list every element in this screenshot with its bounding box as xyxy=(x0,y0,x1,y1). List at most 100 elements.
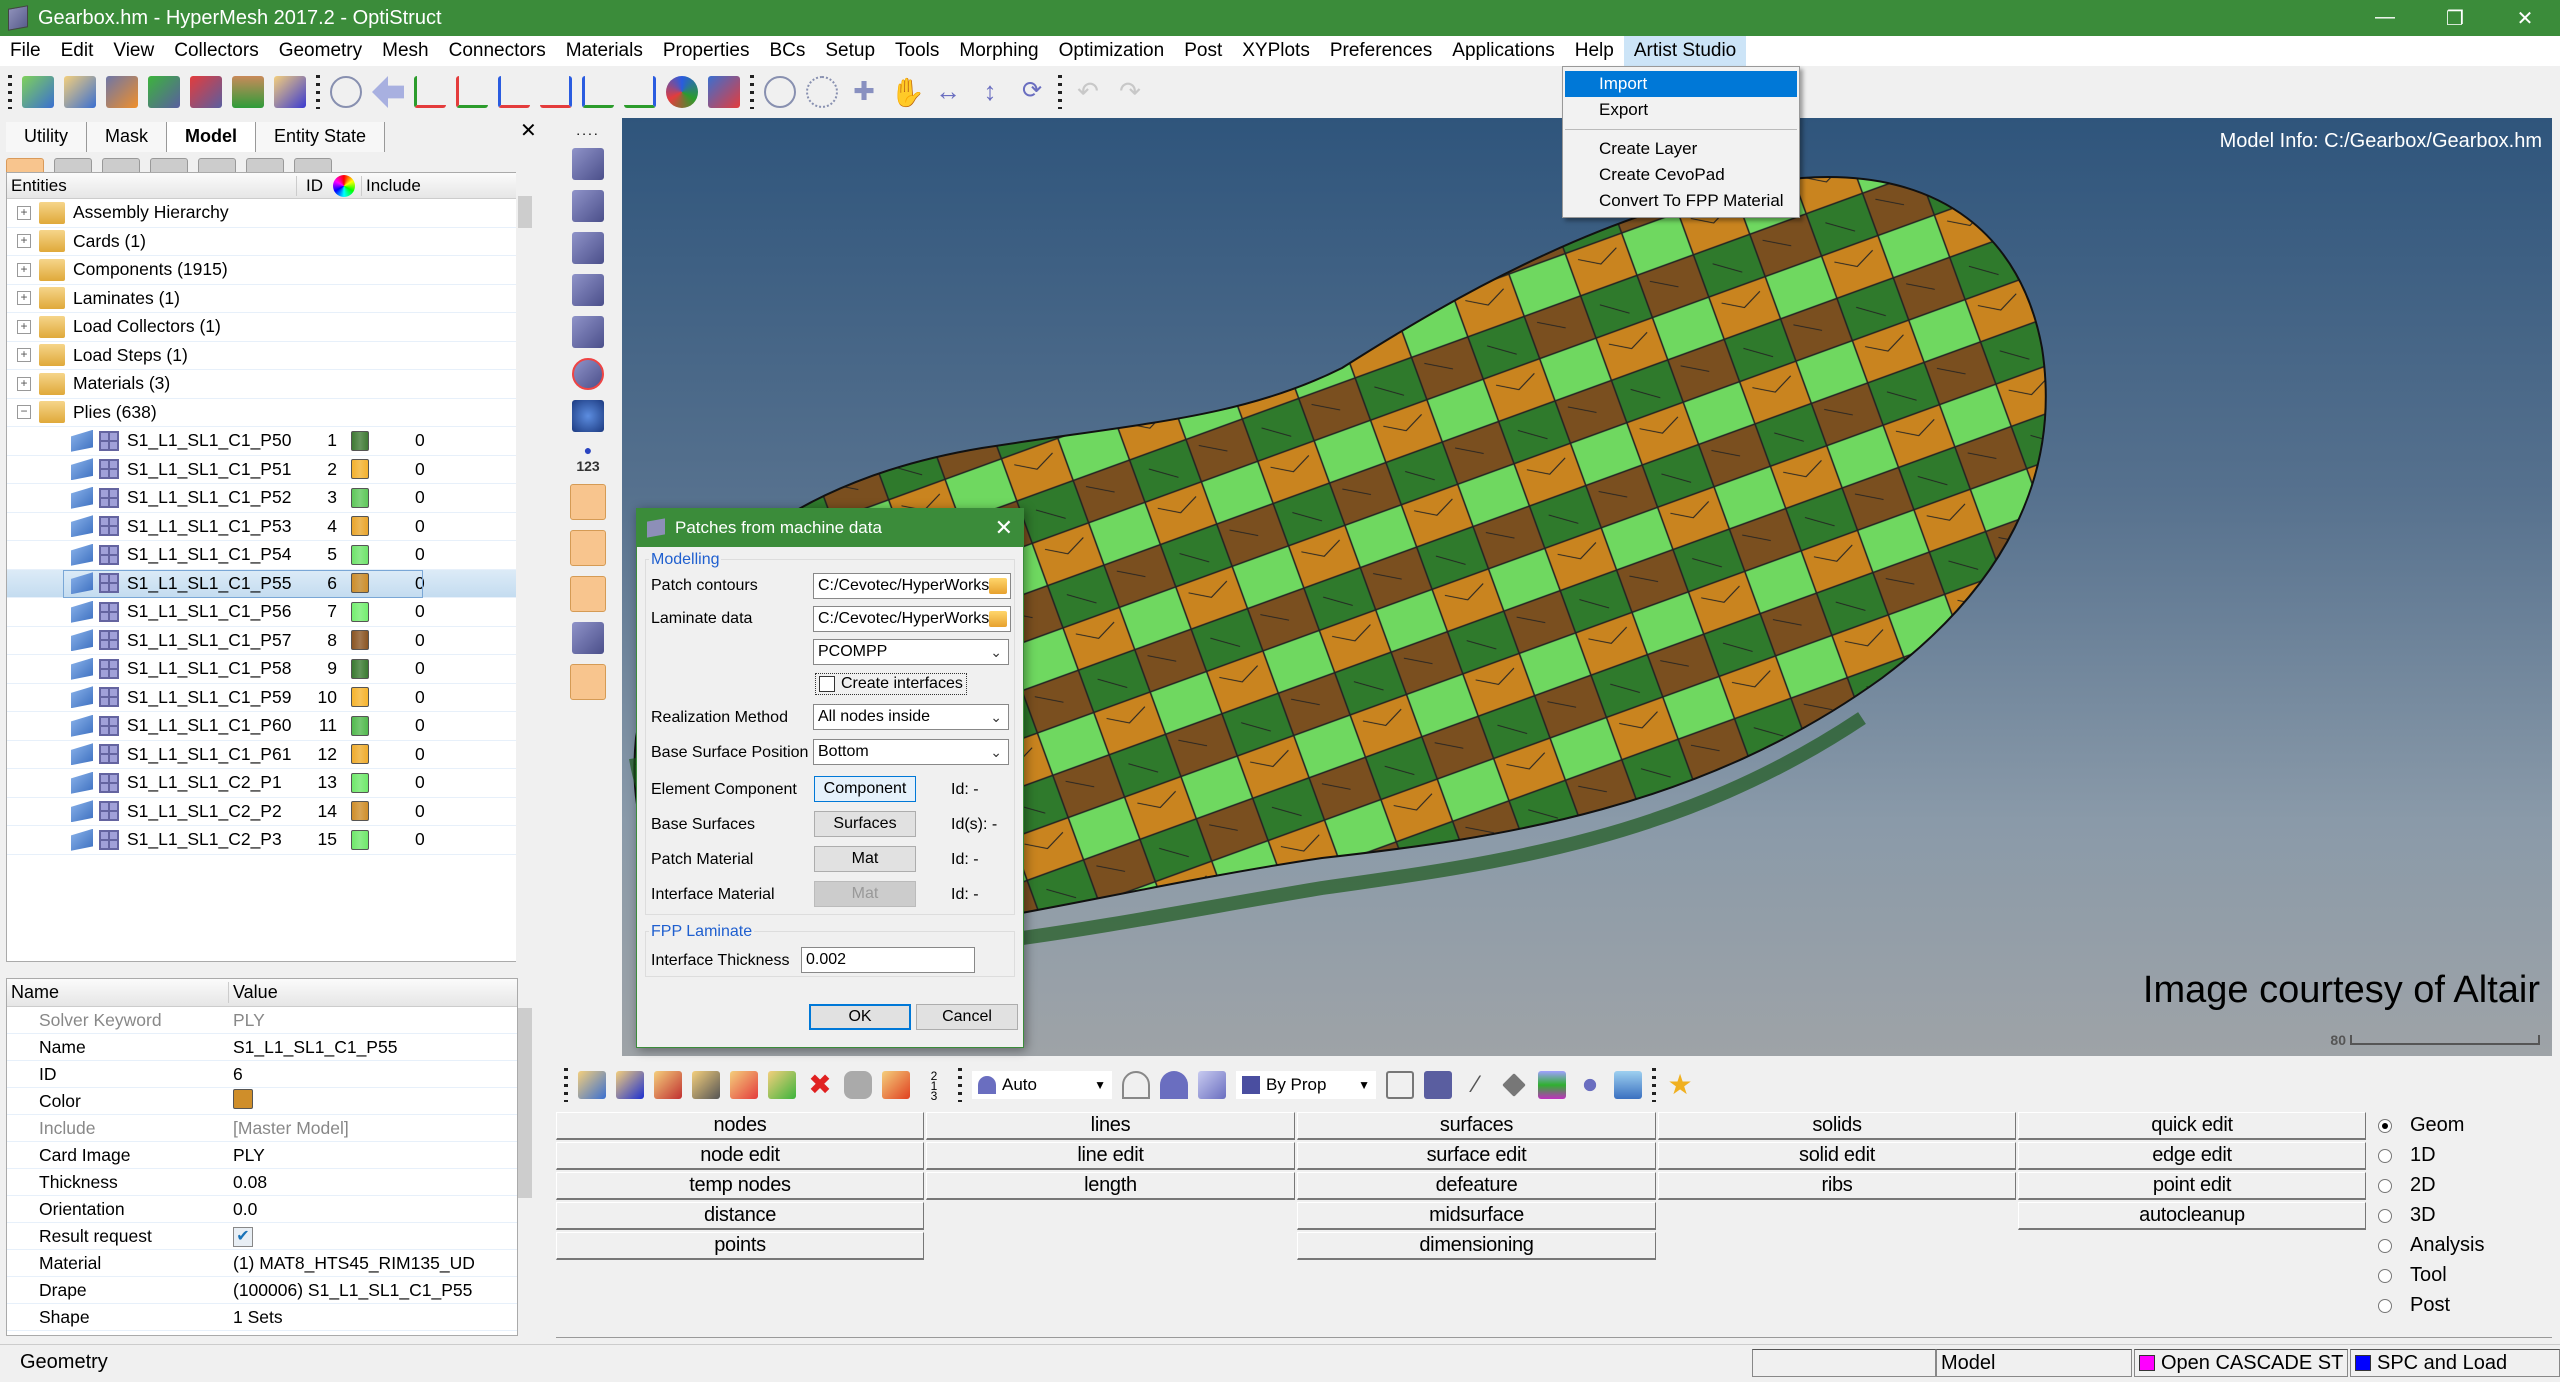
menu-xyplots[interactable]: XYPlots xyxy=(1232,36,1320,66)
menu-geometry[interactable]: Geometry xyxy=(269,36,372,66)
menu-morphing[interactable]: Morphing xyxy=(949,36,1048,66)
pan-hand-icon[interactable]: ✋ xyxy=(890,76,925,108)
result-request-checkbox[interactable]: ✔ xyxy=(233,1227,253,1247)
ply-color-swatch[interactable] xyxy=(351,630,369,651)
radio-button[interactable] xyxy=(2378,1148,2392,1163)
panel-button-dimensioning[interactable]: dimensioning xyxy=(1297,1232,1656,1260)
surfaces-button[interactable]: Surfaces xyxy=(814,811,916,837)
panel-button-surfaces[interactable]: surfaces xyxy=(1297,1112,1656,1140)
browse-folder-icon[interactable] xyxy=(989,611,1007,627)
unmask-element-icon[interactable] xyxy=(572,190,604,222)
checkbox-box[interactable] xyxy=(819,676,835,692)
toolbar-grip[interactable] xyxy=(316,75,320,109)
radio-button[interactable] xyxy=(2378,1208,2392,1223)
panel-button-solids[interactable]: solids xyxy=(1658,1112,2016,1140)
mesh-display-icon[interactable] xyxy=(1576,1071,1604,1099)
ply-color-swatch[interactable] xyxy=(351,772,369,793)
view-yz-front-icon[interactable] xyxy=(582,76,614,108)
radio-button[interactable] xyxy=(2378,1118,2392,1133)
1d-element-icon[interactable]: ∕ xyxy=(1462,1071,1490,1099)
ply-color-swatch[interactable] xyxy=(351,430,369,451)
ply-row[interactable]: S1_L1_SL1_C1_P50 1 0 xyxy=(7,427,517,456)
ply-color-swatch[interactable] xyxy=(351,687,369,708)
menu-file[interactable]: File xyxy=(0,36,51,66)
panel-button-length[interactable]: length xyxy=(926,1172,1295,1200)
load-collectors-icon[interactable] xyxy=(730,1071,758,1099)
realization-method-select[interactable]: All nodes inside ⌄ xyxy=(813,704,1009,730)
components-icon[interactable] xyxy=(616,1071,644,1099)
swap-loads-icon[interactable] xyxy=(572,622,604,654)
expand-toggle-icon[interactable]: + xyxy=(17,205,31,220)
page-radio-1d[interactable]: 1D xyxy=(2378,1144,2436,1167)
view-xy-bottom-icon[interactable] xyxy=(456,76,488,108)
radio-button[interactable] xyxy=(2378,1298,2392,1313)
interface-thickness-input[interactable]: 0.002 xyxy=(801,947,975,973)
zoom-window-icon[interactable] xyxy=(806,76,838,108)
tree-group-row[interactable]: + Cards (1) xyxy=(7,228,517,256)
export-icon[interactable] xyxy=(190,76,222,108)
panel-button-node-edit[interactable]: node edit xyxy=(556,1142,924,1170)
panel-button-autocleanup[interactable]: autocleanup xyxy=(2018,1202,2366,1230)
panel-button-temp-nodes[interactable]: temp nodes xyxy=(556,1172,924,1200)
color-wheel-icon[interactable] xyxy=(333,174,355,197)
find-binoculars-icon[interactable] xyxy=(572,400,604,432)
menu-edit[interactable]: Edit xyxy=(51,36,104,66)
interface-material-button[interactable]: Mat xyxy=(814,881,916,907)
minimize-button[interactable]: — xyxy=(2350,6,2420,31)
menu-item-convert-fpp-material[interactable]: Convert To FPP Material xyxy=(1565,188,1797,214)
ply-color-swatch[interactable] xyxy=(351,658,369,679)
radio-button[interactable] xyxy=(2378,1238,2392,1253)
expand-toggle-icon[interactable]: + xyxy=(17,234,31,249)
edit-shape-icon[interactable] xyxy=(570,664,606,700)
menu-setup[interactable]: Setup xyxy=(815,36,885,66)
display-monitor-icon[interactable] xyxy=(1614,1071,1642,1099)
view-yz-back-icon[interactable] xyxy=(624,76,656,108)
zoom-fit-icon[interactable] xyxy=(330,76,362,108)
ply-row[interactable]: S1_L1_SL1_C1_P53 4 0 xyxy=(7,513,517,541)
property-row[interactable]: Drape (100006) S1_L1_SL1_C1_P55 xyxy=(7,1277,517,1304)
find-between-icon[interactable] xyxy=(572,358,604,390)
entity-editor-scrollbar[interactable] xyxy=(516,978,534,1336)
collapse-toggle-icon[interactable]: − xyxy=(17,405,31,420)
element-shaded-icon[interactable] xyxy=(1424,1071,1452,1099)
rotate-vertical-icon[interactable]: ↕ xyxy=(974,76,1006,108)
reorganize-icon[interactable] xyxy=(882,1071,910,1099)
property-row[interactable]: Card Image PLY xyxy=(7,1142,517,1169)
wireframe-icon[interactable] xyxy=(1122,1071,1150,1099)
create-interfaces-checkbox[interactable]: Create interfaces xyxy=(815,673,967,695)
toolbar-grip[interactable] xyxy=(564,1068,568,1102)
tab-mask[interactable]: Mask xyxy=(87,122,168,152)
organize-icon[interactable] xyxy=(844,1071,872,1099)
ply-row[interactable]: S1_L1_SL1_C1_P56 7 0 xyxy=(7,598,517,627)
ply-color-swatch[interactable] xyxy=(351,459,369,480)
panel-button-ribs[interactable]: ribs xyxy=(1658,1172,2016,1200)
ply-color-swatch[interactable] xyxy=(351,516,369,537)
patch-contours-field[interactable]: C:/Cevotec/HyperWorks xyxy=(813,573,1011,599)
visualization-mode-select[interactable]: Auto ▼ xyxy=(972,1071,1112,1099)
ply-row[interactable]: S1_L1_SL1_C1_P58 9 0 xyxy=(7,655,517,684)
radio-button[interactable] xyxy=(2378,1178,2392,1193)
view-xy-top-icon[interactable] xyxy=(414,76,446,108)
menu-item-import[interactable]: Import xyxy=(1565,71,1797,97)
panel-button-nodes[interactable]: nodes xyxy=(556,1112,924,1140)
ply-color-swatch[interactable] xyxy=(351,829,369,850)
rotate-center-icon[interactable]: ✚ xyxy=(848,76,880,108)
import-icon[interactable] xyxy=(148,76,180,108)
ply-row[interactable]: S1_L1_SL1_C1_P60 11 0 xyxy=(7,712,517,741)
toolbar-grip[interactable] xyxy=(750,75,754,109)
panel-button-points[interactable]: points xyxy=(556,1232,924,1260)
tree-group-row[interactable]: + Assembly Hierarchy xyxy=(7,199,517,228)
view-xz-right-icon[interactable] xyxy=(540,76,572,108)
property-row[interactable]: Thickness 0.08 xyxy=(7,1169,517,1196)
tree-group-row[interactable]: + Load Collectors (1) xyxy=(7,313,517,342)
element-wireframe-icon[interactable] xyxy=(1386,1071,1414,1099)
color-swatch[interactable] xyxy=(233,1088,253,1109)
property-row[interactable]: Material (1) MAT8_HTS45_RIM135_UD xyxy=(7,1250,517,1277)
panel-button-quick-edit[interactable]: quick edit xyxy=(2018,1112,2366,1140)
tree-group-row[interactable]: + Load Steps (1) xyxy=(7,342,517,370)
toolbar-grip[interactable] xyxy=(1058,75,1062,109)
ply-color-swatch[interactable] xyxy=(351,544,369,565)
ok-button[interactable]: OK xyxy=(809,1004,911,1030)
panel-button-surface-edit[interactable]: surface edit xyxy=(1297,1142,1656,1170)
menu-artist-studio[interactable]: Artist Studio xyxy=(1623,36,1747,66)
